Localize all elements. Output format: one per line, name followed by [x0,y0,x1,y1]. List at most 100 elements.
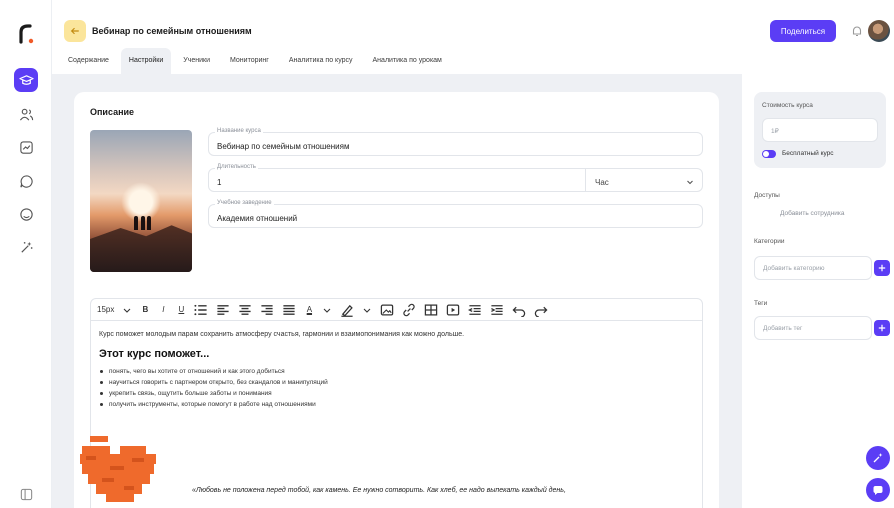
users-nav-icon[interactable] [14,102,38,126]
course-name-value: Вебинар по семейным отношениям [217,142,350,151]
add-category-input[interactable]: Добавить категорию [754,256,872,280]
list-icon[interactable] [194,303,208,317]
align-left-icon[interactable] [216,303,230,317]
free-course-toggle[interactable] [762,150,776,158]
underline-icon[interactable]: U [176,303,186,317]
main-area: Описание Название курса Вебинар по семей… [52,74,742,508]
share-button[interactable]: Поделиться [770,20,836,42]
add-category-button[interactable] [874,260,890,276]
plus-icon [878,324,886,332]
chart-icon [19,140,33,154]
tab-settings[interactable]: Настройки [120,48,172,74]
cover-figure-3 [147,216,151,230]
top-header: Вебинар по семейным отношениям Поделитьс… [52,0,894,76]
left-rail [0,0,52,508]
align-center-icon[interactable] [238,303,252,317]
redo-icon[interactable] [534,303,548,317]
quote-text: «Любовь не положена перед тобой, как кам… [192,487,566,494]
font-size-select[interactable]: 15px [97,303,114,317]
tabs-bar: Содержание Настройки Ученики Мониторинг … [60,48,450,74]
editor-toolbar: 15px B I U A [91,299,702,321]
align-justify-icon[interactable] [282,303,296,317]
back-button[interactable] [64,20,86,42]
add-tag-placeholder: Добавить тег [763,325,803,332]
app-logo-icon[interactable] [16,22,40,46]
collapse-sidebar-icon[interactable] [14,482,38,506]
align-right-icon[interactable] [260,303,274,317]
support-nav-icon[interactable] [14,202,38,226]
free-course-label: Бесплатный курс [782,150,834,157]
analytics-nav-icon[interactable] [14,135,38,159]
chat-support-button[interactable] [866,478,890,502]
duration-unit-select[interactable]: Час [595,178,609,187]
link-icon[interactable] [402,303,416,317]
cover-figure-1 [134,216,138,230]
price-placeholder: 1₽ [771,128,779,135]
tab-students[interactable]: Ученики [175,48,218,74]
price-block: Стоимость курса 1₽ Бесплатный курс [754,92,886,168]
add-employee-link[interactable]: Добавить сотрудника [780,210,845,217]
description-card: Описание Название курса Вебинар по семей… [74,92,719,508]
duration-label: Длительность [215,164,258,170]
chevron-down-icon[interactable] [686,178,694,186]
image-icon[interactable] [380,303,394,317]
course-cover-image[interactable] [90,130,192,272]
users-icon [19,108,33,120]
tab-content[interactable]: Содержание [60,48,117,74]
magic-wand-icon [873,453,883,463]
tab-course-analytics[interactable]: Аналитика по курсу [281,48,361,74]
italic-icon[interactable]: I [158,303,168,317]
access-label: Доступы [754,192,780,199]
headset-icon [19,207,33,221]
page-title: Вебинар по семейным отношениям [92,26,252,36]
right-panel: Стоимость курса 1₽ Бесплатный курс Досту… [742,74,894,508]
video-icon[interactable] [446,303,460,317]
chat-nav-icon[interactable] [14,169,38,193]
price-label: Стоимость курса [762,102,813,109]
duration-field[interactable]: Длительность 1 Час [208,164,703,192]
duration-divider [585,169,586,191]
bell-icon[interactable] [850,24,864,38]
rich-text-editor[interactable]: 15px B I U A Курс поможет молодым парам … [90,298,703,508]
arrow-left-icon [70,27,79,35]
bold-icon[interactable]: B [140,303,150,317]
chevron-down-icon[interactable] [122,303,132,317]
tags-label: Теги [754,300,768,307]
tab-lesson-analytics[interactable]: Аналитика по урокам [365,48,450,74]
school-field[interactable]: Учебное заведение Академия отношений [208,200,703,228]
user-avatar[interactable] [868,20,890,42]
add-tag-input[interactable]: Добавить тег [754,316,872,340]
school-value: Академия отношений [217,214,298,223]
indent-increase-icon[interactable] [490,303,504,317]
chevron-down-icon[interactable] [362,303,372,317]
list-item: укрепить связь, ощутить больше заботы и … [99,390,694,397]
text-color-icon[interactable]: A [304,303,314,317]
ai-assistant-button[interactable] [866,446,890,470]
heart-image[interactable] [80,434,158,508]
section-title: Описание [90,107,135,117]
list-item: научиться говорить с партнером открыто, … [99,379,694,386]
courses-nav-icon[interactable] [14,68,38,92]
list-item: понять, чего вы хотите от отношений и ка… [99,368,694,375]
tab-monitoring[interactable]: Мониторинг [222,48,277,74]
list-item: получить инструменты, которые помогут в … [99,401,694,408]
magic-wand-icon [20,241,32,253]
cover-figure-2 [141,216,145,230]
duration-value: 1 [217,178,222,187]
school-label: Учебное заведение [215,200,274,206]
add-category-placeholder: Добавить категорию [763,265,825,272]
undo-icon[interactable] [512,303,526,317]
highlighter-icon[interactable] [340,303,354,317]
editor-content[interactable]: Курс поможет молодым парам сохранить атм… [99,331,694,412]
chevron-down-icon[interactable] [322,303,332,317]
table-icon[interactable] [424,303,438,317]
intro-paragraph: Курс поможет молодым парам сохранить атм… [99,331,465,338]
chat-icon [19,174,33,188]
ai-nav-icon[interactable] [14,235,38,259]
price-input[interactable]: 1₽ [762,118,878,142]
indent-decrease-icon[interactable] [468,303,482,317]
course-name-field[interactable]: Название курса Вебинар по семейным отнош… [208,128,703,156]
chat-icon [873,486,883,495]
content-heading: Этот курс поможет... [99,348,210,360]
add-tag-button[interactable] [874,320,890,336]
